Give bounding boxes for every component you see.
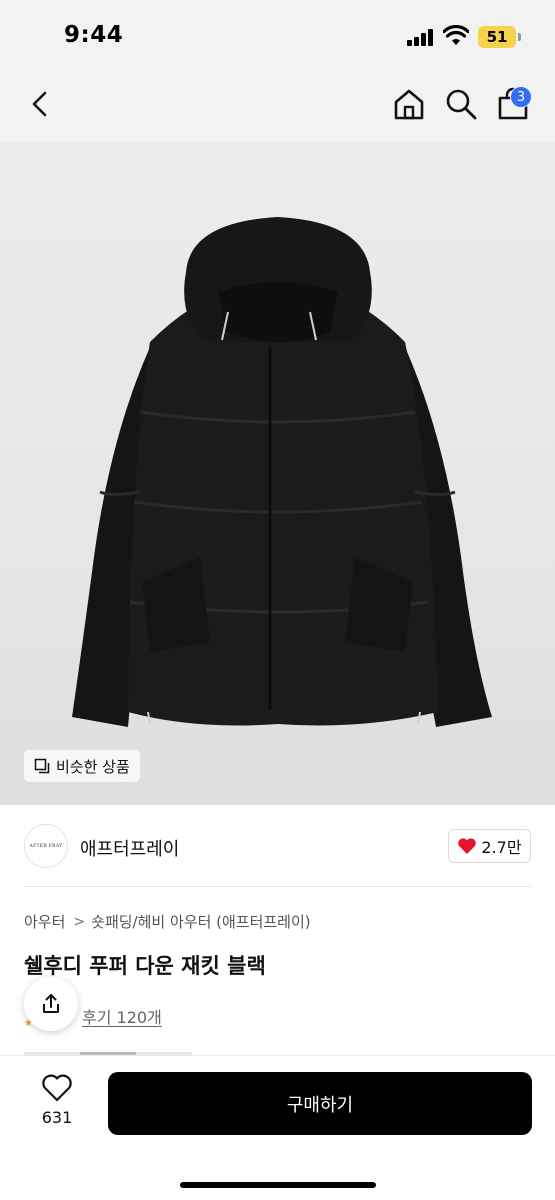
brand-row: AFTER PRAY 애프터프레이 2.7만 (0, 805, 555, 887)
home-icon[interactable] (392, 87, 426, 121)
battery-tip (518, 33, 521, 41)
cart-count-badge: 3 (510, 86, 532, 108)
status-bar: 9:44 51 (0, 0, 555, 72)
wishlist-count: 631 (41, 1108, 73, 1127)
brand-name[interactable]: 애프터프레이 (80, 835, 179, 861)
cellular-signal-icon (407, 28, 435, 46)
back-arrow-icon[interactable] (24, 87, 58, 121)
search-icon[interactable] (444, 87, 478, 121)
brand-like-button[interactable]: 2.7만 (448, 829, 531, 863)
chevron-right-icon: > (73, 913, 86, 930)
product-title: 쉘후디 푸퍼 다운 재킷 블랙 (24, 954, 266, 978)
reviews-link[interactable]: 후기 120개 (82, 1004, 162, 1028)
brand-logo[interactable]: AFTER PRAY (24, 824, 68, 868)
share-button[interactable] (24, 977, 78, 1031)
product-image[interactable] (0, 142, 555, 805)
breadcrumb-item-category[interactable]: 숏패딩/헤비 아우터 (애프터프레이) (91, 911, 311, 932)
copy-icon (34, 758, 50, 774)
divider (24, 886, 531, 887)
similar-products-button[interactable]: 비슷한 상품 (24, 750, 140, 782)
puffer-jacket-image (72, 217, 492, 727)
battery-indicator: 51 (478, 26, 516, 48)
breadcrumb: 아우터 > 숏패딩/헤비 아우터 (애프터프레이) (24, 911, 311, 932)
similar-products-label: 비슷한 상품 (56, 757, 130, 776)
brand-like-count: 2.7만 (481, 838, 522, 857)
buy-button[interactable]: 구매하기 (108, 1072, 532, 1135)
brand-logo-text: AFTER PRAY (29, 843, 63, 849)
top-nav-bar (0, 72, 555, 142)
wifi-icon (443, 25, 469, 45)
breadcrumb-item-outer[interactable]: 아우터 (24, 911, 65, 932)
share-icon (43, 994, 59, 1013)
status-time: 9:44 (64, 22, 124, 48)
wishlist-heart-icon[interactable] (41, 1074, 73, 1102)
home-indicator (180, 1182, 376, 1188)
heart-filled-icon (458, 838, 477, 854)
